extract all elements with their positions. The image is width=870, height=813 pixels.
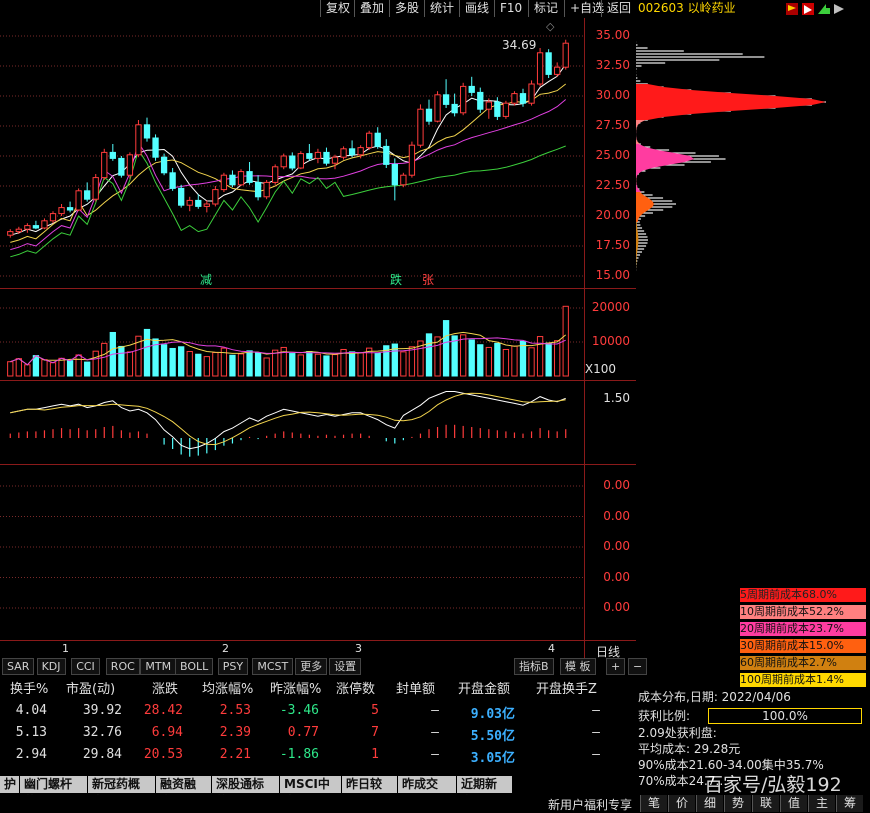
promo-link[interactable]: 新用户福利专享	[548, 796, 632, 813]
cost-legend-item: 5周期前成本68.0%	[740, 588, 866, 602]
status-tab[interactable]: 势	[724, 795, 751, 812]
indicator-tab[interactable]: PSY	[217, 658, 249, 675]
indicator-tab[interactable]: CCI	[71, 658, 100, 675]
category-tab[interactable]: 昨成交20	[398, 776, 457, 808]
status-tab[interactable]: 值	[780, 795, 807, 812]
status-tab[interactable]: 价	[668, 795, 695, 812]
play-icon[interactable]	[834, 4, 844, 14]
category-tab[interactable]: 昨日较弱	[342, 776, 398, 808]
cost-legend-item: 100周期前成本1.4%	[740, 673, 866, 687]
cost-info-title: 成本分布,日期: 2022/04/06	[638, 690, 791, 704]
category-tab[interactable]: 深股通标的	[212, 776, 280, 808]
flag-icon[interactable]	[786, 3, 798, 15]
time-axis: 1 2 3 4	[0, 641, 584, 657]
status-tab[interactable]: 细	[696, 795, 723, 812]
indicator-tab[interactable]: 设置	[329, 658, 362, 675]
cost-legend-item: 30周期前成本15.0%	[740, 639, 866, 653]
table-cell[interactable]: —	[359, 725, 439, 740]
time-tick-3: 3	[355, 642, 362, 655]
category-tab[interactable]: 新冠药概念	[88, 776, 156, 808]
watermark: 百家号/弘毅192	[704, 774, 842, 796]
cost-legend-item: 10周期前成本52.2%	[740, 605, 866, 619]
status-bar: 新用户福利专享 笔价细势联值主筹	[0, 795, 870, 812]
status-tab[interactable]: 筹	[836, 795, 863, 812]
table-cell[interactable]: 9.03亿	[435, 703, 515, 722]
indicator-tabs: SAR KDJ CCI ROC MTM BOLL PSY MCST 更多 设置 指标B 模 板 + −	[0, 658, 648, 675]
indicator-tab-right[interactable]: 模 板	[560, 658, 596, 675]
indicator-tab-right[interactable]: −	[628, 658, 648, 675]
alert-icon[interactable]	[802, 3, 814, 15]
table-header[interactable]: 昨涨幅%	[270, 678, 321, 697]
table-header[interactable]: 均涨幅%	[202, 678, 253, 697]
quote-table: 换手% 市盈(动) 涨跌 均涨幅% 昨涨幅% 涨停数 封单额 开盘金额 开盘换手Z 4.04 39.…	[0, 678, 636, 774]
table-cell[interactable]: 3.05亿	[435, 747, 515, 766]
category-tabs: 护幽门螺杆菌新冠药概念融资融券深股通标的MSCI中盘昨日较弱昨成交20近期新高	[0, 776, 636, 808]
table-header[interactable]: 开盘换手Z	[536, 678, 597, 697]
indicator-tab[interactable]: BOLL	[175, 658, 214, 675]
cost-line-1: 2.09处获利盘:	[638, 726, 717, 740]
profit-ratio-bar: 100.0%	[708, 708, 862, 724]
stock-ticker: 002603 以岭药业	[638, 0, 736, 16]
table-cell[interactable]: —	[520, 747, 600, 762]
status-tab[interactable]: 笔	[640, 795, 667, 812]
table-cell[interactable]: —	[520, 703, 600, 718]
table-header[interactable]: 换手%	[10, 678, 48, 697]
table-header[interactable]: 涨跌	[152, 678, 178, 697]
indicator-tab-right[interactable]: 指标B	[514, 658, 554, 675]
indicator-tab[interactable]: MTM	[140, 658, 177, 675]
category-tab[interactable]: 近期新高	[457, 776, 513, 808]
arrow-icon[interactable]	[818, 4, 830, 14]
indicator-tab[interactable]: MCST	[252, 658, 294, 675]
profit-ratio-value: 100.0%	[762, 709, 808, 723]
table-header[interactable]: 开盘金额	[458, 678, 510, 697]
table-header[interactable]: 封单额	[396, 678, 435, 697]
ticker-name: 以岭药业	[687, 1, 736, 15]
category-tab[interactable]: 融资融券	[156, 776, 212, 808]
table-cell[interactable]: 5.50亿	[435, 725, 515, 744]
table-header[interactable]: 市盈(动)	[66, 678, 115, 697]
time-tick-2: 2	[222, 642, 229, 655]
table-cell[interactable]: 5.13	[0, 725, 47, 740]
status-tab[interactable]: 主	[808, 795, 835, 812]
cost-layer	[636, 84, 826, 120]
status-tab[interactable]: 联	[752, 795, 779, 812]
cost-legend-item: 60周期前成本2.7%	[740, 656, 866, 670]
panel-borders	[0, 18, 636, 660]
ticker-code: 002603	[638, 1, 684, 15]
indicator-tab[interactable]: KDJ	[36, 658, 66, 675]
indicator-tab-right[interactable]: +	[606, 658, 626, 675]
indicator-tab[interactable]: 更多	[295, 658, 328, 675]
cost-distribution-chart	[636, 35, 826, 271]
indicator-tab[interactable]: SAR	[2, 658, 35, 675]
category-tab[interactable]: 护	[0, 776, 20, 793]
table-cell[interactable]: 4.04	[0, 703, 47, 718]
table-cell[interactable]: 2.94	[0, 747, 47, 762]
time-tick-1: 1	[62, 642, 69, 655]
table-cell[interactable]: —	[359, 703, 439, 718]
time-tick-4: 4	[548, 642, 555, 655]
category-tab[interactable]: 幽门螺杆菌	[20, 776, 88, 808]
cost-line-2: 平均成本: 29.28元	[638, 742, 741, 756]
indicator-tab[interactable]: ROC	[105, 658, 140, 675]
profit-label: 获利比例:	[638, 709, 691, 723]
table-cell[interactable]: —	[359, 747, 439, 762]
cost-legend-item: 20周期前成本23.7%	[740, 622, 866, 636]
table-header[interactable]: 涨停数	[336, 678, 375, 697]
ticker-icons	[786, 2, 846, 16]
category-tab[interactable]: MSCI中盘	[280, 776, 342, 808]
table-cell[interactable]: —	[520, 725, 600, 740]
